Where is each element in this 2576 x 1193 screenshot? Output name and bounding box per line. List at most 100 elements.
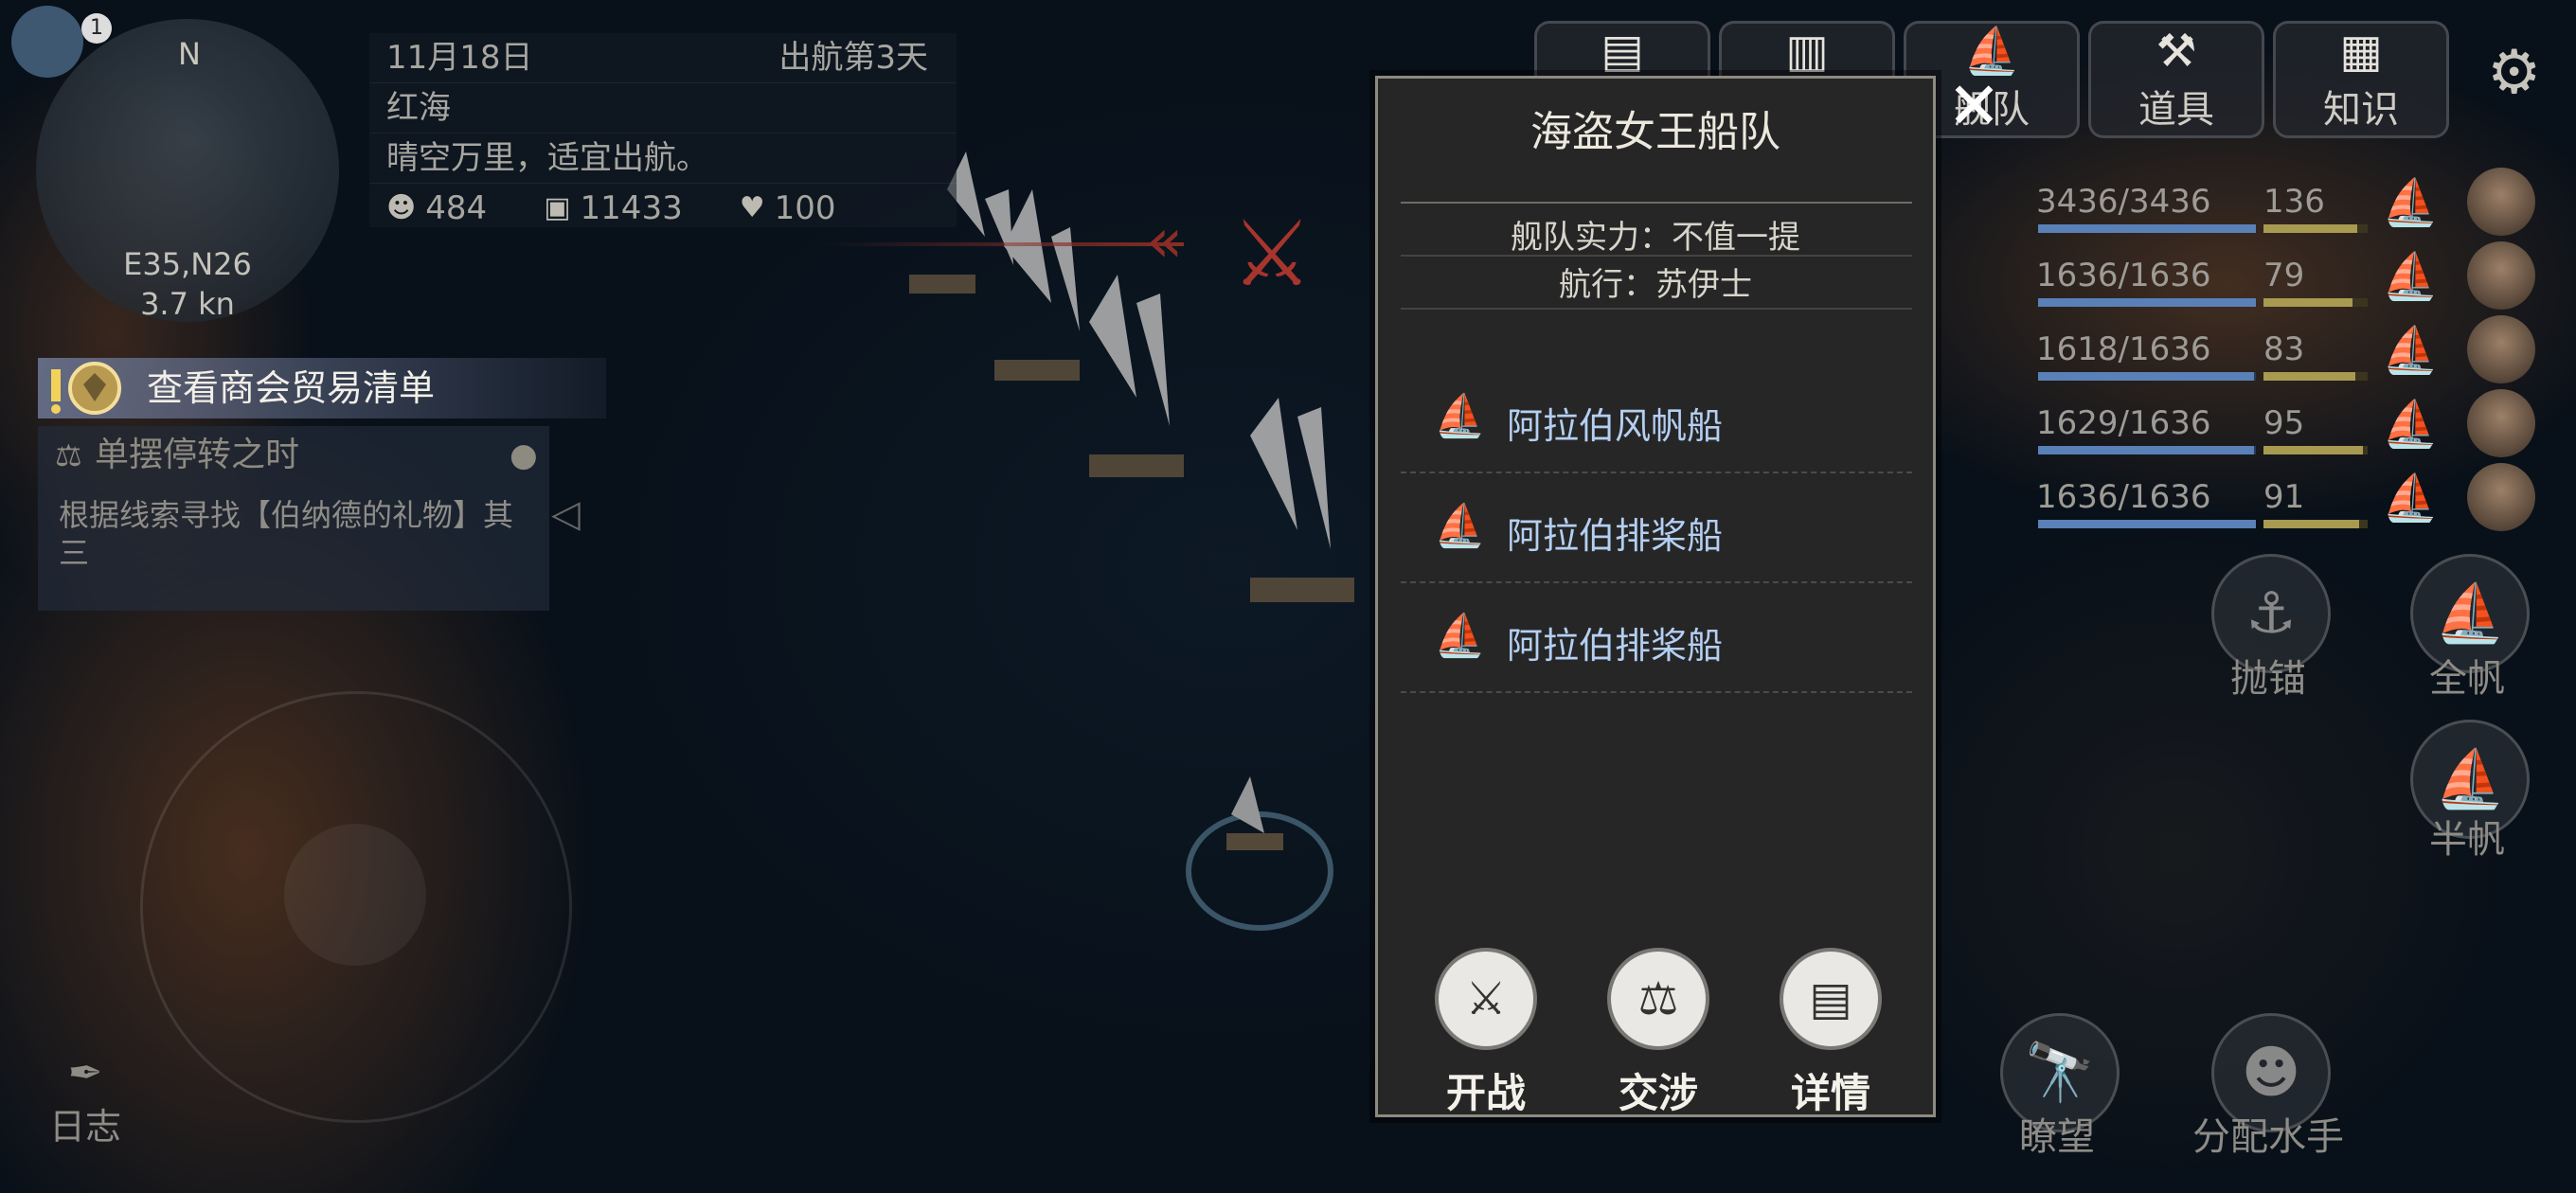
ship-icon: ⛵ <box>2382 324 2439 377</box>
scales-icon: ⚖ <box>1607 948 1709 1050</box>
sailors-value: 484 <box>425 189 488 227</box>
crew-fill <box>2263 520 2360 528</box>
health-stat: ♥ 100 <box>740 184 836 233</box>
scales-icon: ⚖ <box>55 437 82 473</box>
spyglass-icon: 🔭 <box>2024 1040 2096 1106</box>
divider <box>1401 202 1912 204</box>
ship-icon: ⛵ <box>1434 392 1486 440</box>
crew-bar <box>2263 372 2368 381</box>
quest-description: 根据线索寻找【伯纳德的礼物】其三 <box>59 497 514 571</box>
durability-fill <box>2038 520 2256 528</box>
half-sail-icon: ⛵ <box>2434 746 2506 812</box>
location-pin-icon[interactable]: ● <box>510 426 538 485</box>
anchor-label: 抛锚 <box>2230 657 2306 701</box>
list-item[interactable]: ⛵ 阿拉伯排桨船 <box>1401 582 1912 693</box>
lookout-label: 瞭望 <box>2019 1115 2095 1159</box>
battle-button[interactable]: ⚔ 开战 <box>1420 948 1552 1119</box>
log-button[interactable]: ✒ 日志 <box>49 1049 121 1149</box>
crew-bar <box>2263 520 2368 528</box>
fleet-row[interactable]: 1618/1636 83 ⛵ <box>2036 315 2576 389</box>
durability-fill <box>2038 298 2256 307</box>
half-sail-label: 半帆 <box>2429 818 2505 862</box>
crossed-swords-icon: ⚔ <box>1435 948 1537 1050</box>
assign-sailors-label: 分配水手 <box>2192 1115 2344 1159</box>
quest-panel[interactable]: ⚖ 单摆停转之时 ● 根据线索寻找【伯纳德的礼物】其三 <box>38 426 549 611</box>
top-menu-item-4[interactable]: ▦ 知识 <box>2273 21 2449 138</box>
durability-fill <box>2038 224 2256 233</box>
crew-bar <box>2263 298 2368 307</box>
crew-value: 79 <box>2263 257 2305 294</box>
ship-name: 阿拉伯排桨船 <box>1507 625 1724 667</box>
minimap[interactable]: N E35,N26 3.7 kn <box>36 19 339 322</box>
durability-value: 1618/1636 <box>2036 330 2211 368</box>
fleet-row[interactable]: 1636/1636 91 ⛵ <box>2036 463 2576 537</box>
list-item[interactable]: ⛵ 阿拉伯风帆船 <box>1401 363 1912 473</box>
trade-list-banner[interactable]: 查看商会贸易清单 <box>38 358 606 418</box>
supplies-stat: ▣ 11433 <box>544 184 683 233</box>
ship-name: 阿拉伯风帆船 <box>1507 405 1724 447</box>
guild-emblem-icon <box>51 362 121 415</box>
fleet-row[interactable]: 1636/1636 79 ⛵ <box>2036 241 2576 315</box>
north-indicator: N <box>178 36 201 72</box>
durability-value: 1636/1636 <box>2036 478 2211 516</box>
sea-area-label: 红海 <box>386 89 451 127</box>
collapse-arrow-icon[interactable]: ◁ <box>551 492 581 536</box>
quest-title: 单摆停转之时 <box>95 436 300 474</box>
avatar[interactable] <box>11 6 83 78</box>
full-sail-label: 全帆 <box>2429 657 2505 701</box>
barrel-icon: ▣ <box>544 191 571 224</box>
captain-avatar[interactable] <box>2467 463 2535 531</box>
notification-badge: 1 <box>81 13 112 44</box>
gear-icon[interactable]: ⚙ <box>2487 38 2541 108</box>
log-label: 日志 <box>49 1106 122 1148</box>
date-label: 11月18日 <box>386 39 533 77</box>
full-sail-icon: ⛵ <box>2434 580 2506 647</box>
crew-fill <box>2263 298 2352 307</box>
crew-bar <box>2263 224 2368 233</box>
ship-icon: ⛵ <box>2382 472 2439 525</box>
fleet-strength: 舰队实力：不值一提 <box>1511 219 1800 257</box>
supplies-value: 11433 <box>580 189 683 227</box>
captain-avatar[interactable] <box>2467 389 2535 457</box>
quill-icon: ✒ <box>67 1049 103 1097</box>
crew-bar <box>2263 446 2368 454</box>
divider <box>1401 308 1912 310</box>
joystick-knob[interactable] <box>284 824 426 966</box>
ship-icon: ⛵ <box>2382 176 2439 229</box>
trade-list-label: 查看商会贸易清单 <box>147 367 436 409</box>
ship-name: 阿拉伯排桨船 <box>1507 515 1724 557</box>
durability-value: 1636/1636 <box>2036 257 2211 294</box>
crew-fill <box>2263 372 2355 381</box>
negotiate-label: 交涉 <box>1618 1070 1698 1116</box>
top-menu-item-3[interactable]: ⚒ 道具 <box>2088 21 2264 138</box>
close-icon[interactable]: ✕ <box>1947 74 2001 140</box>
crossed-swords-icon: ⚔ <box>1231 201 1314 307</box>
crew-value: 91 <box>2263 478 2305 516</box>
fleet-row[interactable]: 3436/3436 136 ⛵ <box>2036 168 2576 241</box>
sailor-icon: ☻ <box>386 191 417 224</box>
captain-avatar[interactable] <box>2467 168 2535 236</box>
fleet-row[interactable]: 1629/1636 95 ⛵ <box>2036 389 2576 463</box>
heart-icon: ♥ <box>739 191 765 224</box>
durability-bar <box>2038 446 2256 454</box>
modal-title: 海盗女王船队 <box>1530 108 1780 156</box>
durability-fill <box>2038 372 2254 381</box>
captain-avatar[interactable] <box>2467 315 2535 383</box>
route-chevron-icon: « <box>1146 206 1184 276</box>
crew-value: 95 <box>2263 404 2305 442</box>
divider <box>1401 255 1912 257</box>
negotiate-button[interactable]: ⚖ 交涉 <box>1592 948 1725 1119</box>
crew-fill <box>2263 224 2357 233</box>
sailors-stat: ☻ 484 <box>386 184 487 233</box>
sailor-head-icon: ☻ <box>2241 1040 2301 1106</box>
captain-avatar[interactable] <box>2467 241 2535 310</box>
durability-value: 1629/1636 <box>2036 404 2211 442</box>
route-line <box>824 242 1184 246</box>
scroll-icon: ▤ <box>1601 25 1644 78</box>
weather-label: 晴空万里，适宜出航。 <box>386 139 708 177</box>
details-button[interactable]: ▤ 详情 <box>1764 948 1897 1119</box>
book-icon: ▦ <box>2339 25 2383 78</box>
coordinates: E35,N26 <box>123 246 252 282</box>
speed-readout: 3.7 kn <box>140 286 235 322</box>
list-item[interactable]: ⛵ 阿拉伯排桨船 <box>1401 472 1912 583</box>
